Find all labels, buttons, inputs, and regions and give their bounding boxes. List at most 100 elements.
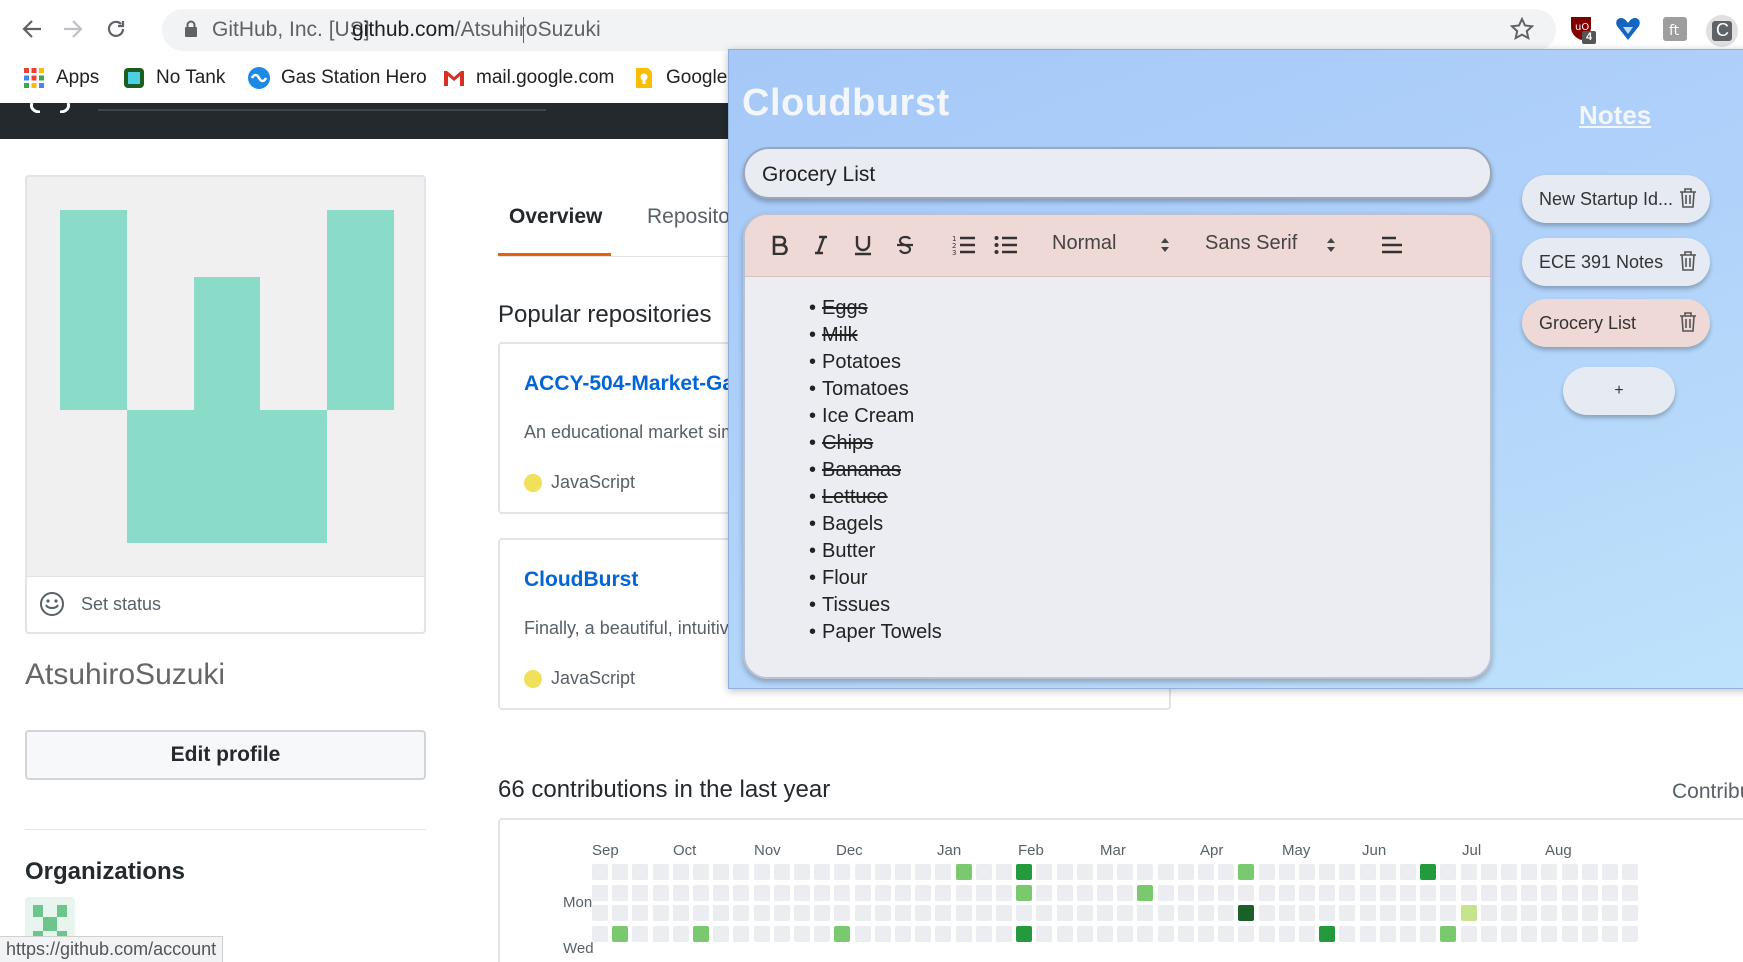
github-search-input[interactable] (98, 103, 546, 111)
contribution-day-cell[interactable] (895, 905, 911, 921)
contribution-day-cell[interactable] (1218, 925, 1235, 942)
contribution-day-cell[interactable] (632, 884, 649, 901)
contribution-day-cell[interactable] (1602, 864, 1618, 880)
contribution-day-cell[interactable] (1420, 884, 1437, 901)
underline-button[interactable] (848, 227, 878, 263)
contribution-day-cell[interactable] (1319, 925, 1336, 942)
contribution-day-cell[interactable] (612, 884, 629, 901)
contribution-day-cell[interactable] (1097, 925, 1113, 942)
contribution-day-cell[interactable] (1581, 905, 1598, 921)
contribution-day-cell[interactable] (1177, 925, 1194, 942)
contribution-day-cell[interactable] (1238, 925, 1255, 942)
contribution-day-cell[interactable] (975, 864, 992, 880)
contribution-day-cell[interactable] (1258, 864, 1275, 880)
contribution-day-cell[interactable] (773, 884, 790, 901)
contribution-day-cell[interactable] (753, 905, 770, 921)
contribution-day-cell[interactable] (693, 884, 709, 901)
contribution-day-cell[interactable] (1319, 884, 1336, 901)
contribution-day-cell[interactable] (1137, 905, 1154, 921)
identicon-avatar[interactable] (27, 177, 424, 576)
contribution-day-cell[interactable] (874, 884, 891, 901)
note-item-new-startup-ideas[interactable]: New Startup Id... (1522, 175, 1710, 223)
contribution-day-cell[interactable] (1258, 884, 1275, 901)
contribution-day-cell[interactable] (612, 905, 629, 921)
contribution-day-cell[interactable] (1299, 905, 1315, 921)
contribution-day-cell[interactable] (935, 925, 952, 942)
contribution-day-cell[interactable] (1602, 925, 1618, 942)
trash-icon[interactable] (1678, 187, 1698, 209)
contribution-day-cell[interactable] (1339, 925, 1356, 942)
contribution-day-cell[interactable] (794, 864, 810, 880)
align-button[interactable] (1375, 227, 1409, 263)
contribution-day-cell[interactable] (854, 884, 871, 901)
notes-heading[interactable]: Notes (1579, 100, 1651, 131)
contribution-day-cell[interactable] (794, 925, 810, 942)
contribution-day-cell[interactable] (935, 884, 952, 901)
contribution-day-cell[interactable] (1117, 864, 1134, 880)
contribution-day-cell[interactable] (592, 864, 608, 880)
github-logo-icon[interactable] (28, 103, 72, 113)
grocery-item[interactable]: • Butter (809, 538, 942, 565)
contribution-day-cell[interactable] (1016, 905, 1033, 921)
contribution-day-cell[interactable] (1299, 925, 1315, 942)
edit-profile-button[interactable]: Edit profile (25, 730, 426, 780)
font-family-select[interactable]: Sans Serif (1205, 232, 1345, 255)
contribution-day-cell[interactable] (753, 864, 770, 880)
grocery-item[interactable]: • Chips (809, 430, 942, 457)
contribution-day-cell[interactable] (1359, 905, 1376, 921)
grocery-item[interactable]: • Tissues (809, 592, 942, 619)
contribution-day-cell[interactable] (753, 884, 770, 901)
contribution-day-cell[interactable] (1157, 905, 1174, 921)
contribution-day-cell[interactable] (1016, 925, 1033, 942)
contribution-day-cell[interactable] (592, 905, 608, 921)
contribution-day-cell[interactable] (693, 905, 709, 921)
contribution-day-cell[interactable] (1036, 925, 1053, 942)
bookmark-no-tank[interactable]: No Tank (122, 66, 225, 90)
contribution-day-cell[interactable] (814, 925, 831, 942)
contribution-day-cell[interactable] (1198, 905, 1214, 921)
contribution-day-cell[interactable] (1581, 925, 1598, 942)
contribution-day-cell[interactable] (1480, 864, 1497, 880)
contribution-day-cell[interactable] (996, 905, 1012, 921)
contribution-day-cell[interactable] (874, 925, 891, 942)
contribution-day-cell[interactable] (1218, 864, 1235, 880)
contribution-day-cell[interactable] (1117, 884, 1134, 901)
contribution-day-cell[interactable] (1218, 884, 1235, 901)
contribution-day-cell[interactable] (1076, 884, 1093, 901)
contribution-day-cell[interactable] (1602, 884, 1618, 901)
contribution-day-cell[interactable] (1440, 905, 1457, 921)
reload-button[interactable] (101, 14, 131, 44)
contribution-day-cell[interactable] (1541, 905, 1558, 921)
contribution-day-cell[interactable] (713, 864, 730, 880)
contribution-day-cell[interactable] (1521, 905, 1538, 921)
ublock-extension[interactable]: uO 4 (1567, 14, 1597, 44)
contribution-day-cell[interactable] (1258, 925, 1275, 942)
contribution-day-cell[interactable] (996, 864, 1012, 880)
contribution-day-cell[interactable] (1198, 864, 1214, 880)
ordered-list-button[interactable]: 123 (947, 227, 981, 263)
contribution-day-cell[interactable] (1561, 925, 1578, 942)
contribution-day-cell[interactable] (1339, 905, 1356, 921)
contribution-day-cell[interactable] (834, 864, 851, 880)
contribution-day-cell[interactable] (1541, 925, 1558, 942)
contribution-day-cell[interactable] (632, 925, 649, 942)
contribution-day-cell[interactable] (1379, 925, 1396, 942)
contribution-day-cell[interactable] (834, 925, 851, 942)
grocery-item[interactable]: • Ice Cream (809, 403, 942, 430)
contribution-day-cell[interactable] (1299, 864, 1315, 880)
contribution-day-cell[interactable] (773, 925, 790, 942)
contribution-day-cell[interactable] (733, 884, 750, 901)
contribution-day-cell[interactable] (814, 884, 831, 901)
contribution-day-cell[interactable] (733, 925, 750, 942)
add-note-button[interactable]: + (1563, 367, 1675, 415)
grocery-item[interactable]: • Bagels (809, 511, 942, 538)
repo-name-link[interactable]: CloudBurst (524, 568, 638, 592)
contribution-day-cell[interactable] (693, 864, 709, 880)
contribution-day-cell[interactable] (1319, 905, 1336, 921)
contribution-day-cell[interactable] (1622, 864, 1639, 880)
contribution-day-cell[interactable] (1420, 905, 1437, 921)
contribution-day-cell[interactable] (854, 864, 871, 880)
contribution-day-cell[interactable] (895, 864, 911, 880)
contribution-day-cell[interactable] (915, 905, 932, 921)
contribution-day-cell[interactable] (1278, 864, 1295, 880)
